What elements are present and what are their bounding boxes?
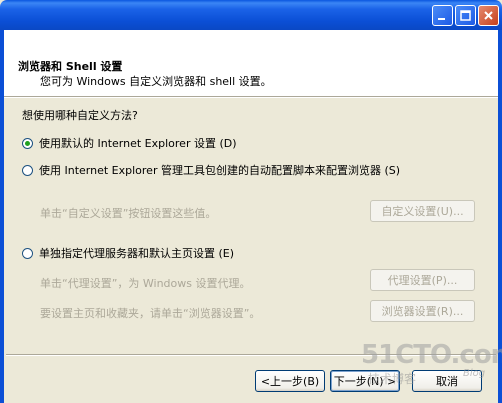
header-title: 浏览器和 Shell 设置 (18, 60, 123, 73)
custom-settings-button[interactable]: 自定义设置(U)... (370, 200, 475, 222)
option-manual-proxy[interactable]: 单独指定代理服务器和默认主页设置 (E) (22, 245, 234, 261)
option-autoconfig-script[interactable]: 使用 Internet Explorer 管理工具包创建的自动配置脚本来配置浏览… (22, 162, 400, 178)
option-label: 单独指定代理服务器和默认主页设置 (E) (39, 247, 235, 260)
back-button[interactable]: <上一步(B) (255, 370, 325, 392)
close-button[interactable] (478, 5, 499, 26)
option-label: 使用默认的 Internet Explorer 设置 (D) (39, 137, 237, 150)
proxy-hint: 单击“代理设置”，为 Windows 设置代理。 (40, 277, 251, 290)
maximize-icon (460, 10, 471, 21)
radio-button[interactable] (22, 247, 33, 259)
header-divider (4, 97, 498, 98)
option-label: 使用 Internet Explorer 管理工具包创建的自动配置脚本来配置浏览… (39, 164, 401, 177)
wizard-header: 浏览器和 Shell 设置 您可为 Windows 自定义浏览器和 shell … (4, 30, 498, 97)
autoconfig-hint: 单击“自定义设置”按钮设置这些值。 (40, 207, 217, 220)
maximize-button[interactable] (455, 5, 476, 26)
option-default-ie[interactable]: 使用默认的 Internet Explorer 设置 (D) (22, 135, 237, 151)
watermark-subtitle: 技术博客 (368, 372, 417, 386)
minimize-button[interactable] (432, 5, 453, 26)
radio-button[interactable] (22, 164, 33, 176)
proxy-settings-button[interactable]: 代理设置(P)... (370, 269, 475, 291)
browser-settings-button[interactable]: 浏览器设置(R)... (370, 300, 475, 322)
minimize-icon (438, 18, 445, 20)
watermark-logo: 51CTO.com (361, 340, 502, 370)
question-label: 想使用哪种自定义方法? (22, 109, 138, 122)
radio-button[interactable] (22, 137, 33, 149)
header-subtitle: 您可为 Windows 自定义浏览器和 shell 设置。 (40, 75, 272, 88)
homepage-hint: 要设置主页和收藏夹，请单击“浏览器设置”。 (40, 307, 261, 320)
close-icon (484, 11, 493, 20)
title-bar (0, 0, 502, 30)
watermark-blog: Blog (463, 368, 486, 379)
